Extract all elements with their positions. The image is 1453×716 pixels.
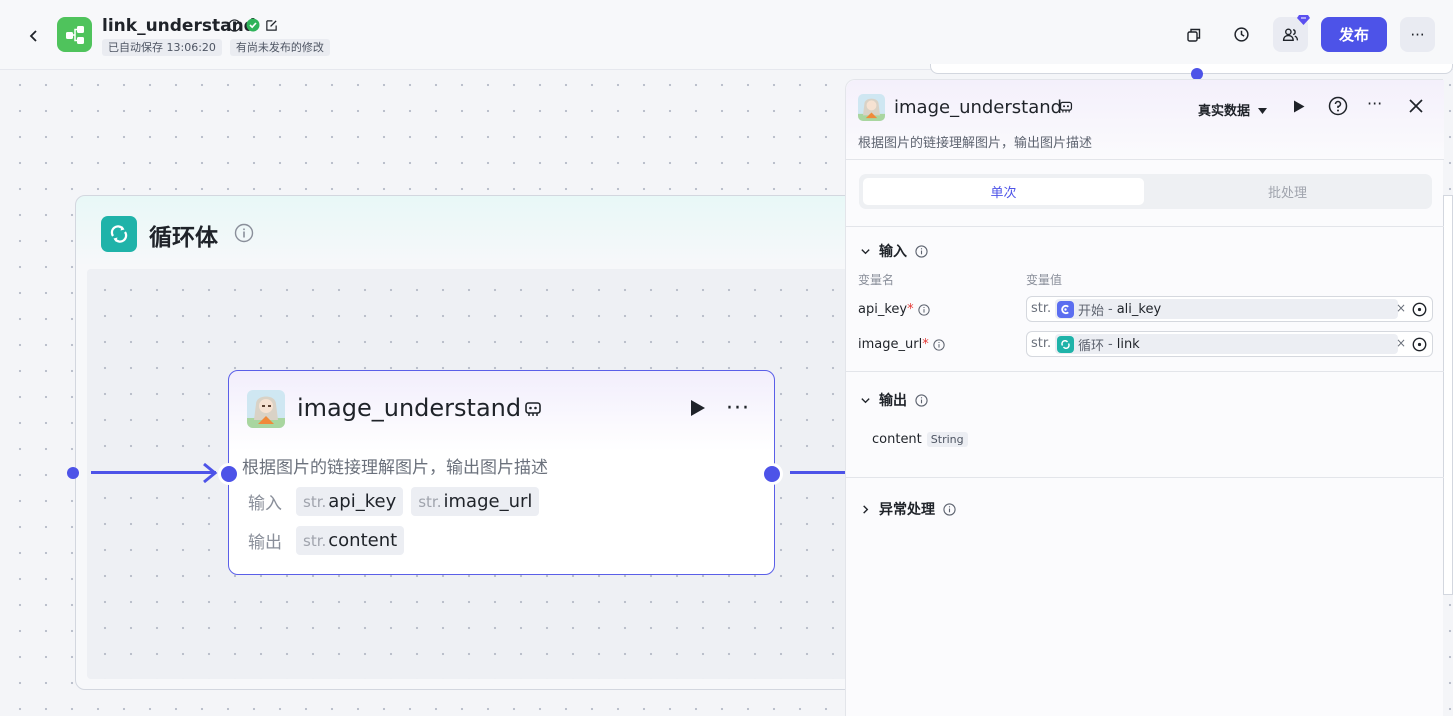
diamond-icon [1297, 15, 1310, 25]
edge-arrow-icon [203, 462, 218, 484]
workflow-icon [65, 25, 84, 44]
image-url-ref-chip[interactable]: 循环 - link [1055, 334, 1398, 354]
loop-icon [110, 225, 128, 243]
error-section-title: 异常处理 [879, 502, 935, 518]
info-icon[interactable] [234, 223, 254, 243]
node-input-port[interactable] [218, 463, 240, 485]
output-type-badge: String [926, 432, 968, 447]
edit-icon[interactable] [265, 19, 278, 32]
input-tag-image-url: str. image_url [411, 487, 540, 516]
avatar-image-icon [247, 390, 285, 428]
tab-single[interactable]: 单次 [863, 178, 1144, 205]
more-button[interactable]: ··· [1400, 17, 1435, 52]
chevron-left-icon [29, 30, 37, 42]
var-name-image-url: image_url* [858, 337, 945, 352]
panel-more-icon[interactable]: ··· [1367, 94, 1382, 113]
run-node-icon[interactable] [687, 398, 707, 418]
plugin-icon [525, 402, 541, 416]
history-icon [1234, 27, 1249, 42]
node-outputs-row: 输出 str. content [248, 526, 405, 555]
tab-batch[interactable]: 批处理 [1147, 178, 1428, 205]
node-description: 根据图片的链接理解图片，输出图片描述 [242, 458, 548, 478]
node-config-panel: image_understand 真实数据 ··· 根据图片的链接理解图片，输出… [845, 79, 1444, 716]
info-icon[interactable] [228, 18, 241, 32]
info-icon[interactable] [933, 338, 945, 351]
users-icon [1282, 28, 1299, 42]
background-node-edge[interactable] [1443, 195, 1453, 595]
caret-down-icon [1257, 108, 1267, 114]
loop-start-port[interactable] [67, 467, 79, 479]
autosave-badge: 已自动保存 13:06:20 [102, 39, 222, 56]
help-icon[interactable] [1328, 96, 1348, 116]
node-input-label: 输入 [248, 494, 282, 514]
start-node-icon [1057, 300, 1074, 318]
info-icon[interactable] [943, 502, 956, 516]
loop-title: 循环体 [149, 225, 218, 251]
avatar-image-icon [858, 94, 885, 121]
panel-title: image_understand [894, 97, 1063, 118]
copy-button[interactable] [1176, 17, 1211, 52]
unpublished-badge: 有尚未发布的修改 [229, 39, 330, 56]
run-icon[interactable] [1291, 99, 1306, 114]
target-icon[interactable] [1412, 337, 1427, 352]
node-title: image_understand [297, 394, 522, 422]
input-tag-api-key: str. api_key [296, 487, 404, 516]
node-output-port[interactable] [761, 463, 783, 485]
loop-icon-box [101, 216, 137, 252]
output-tag-content: str. content [296, 526, 405, 555]
chevron-down-icon [861, 397, 870, 403]
api-key-ref-chip[interactable]: 开始 - ali_key [1055, 299, 1398, 319]
more-icon: ··· [1410, 25, 1425, 44]
check-circle-icon [246, 18, 260, 32]
panel-header: image_understand 真实数据 ··· 根据图片的链接理解图片，输出… [846, 80, 1444, 160]
col-name-label: 变量名 [858, 273, 895, 287]
image-understand-node[interactable]: image_understand ··· 根据图片的链接理解图片，输出图片描述 … [228, 370, 775, 575]
image-url-value-field[interactable]: str. 循环 - link × [1026, 331, 1433, 357]
plugin-icon [1059, 101, 1073, 113]
output-variable: content String [872, 432, 968, 447]
connection-edge[interactable] [790, 471, 845, 474]
input-section-toggle[interactable]: 输入 [860, 241, 928, 261]
copy-icon [1186, 28, 1200, 42]
top-bar: link_understand 已自动保存 13:06:20 有尚未发布的修改 … [0, 0, 1453, 70]
output-section-toggle[interactable]: 输出 [860, 390, 928, 410]
input-section-title: 输入 [879, 244, 907, 260]
node-output-label: 输出 [248, 533, 282, 553]
error-section-toggle[interactable]: 异常处理 [860, 499, 956, 519]
panel-avatar [858, 94, 885, 121]
app-logo [57, 17, 92, 52]
publish-button[interactable]: 发布 [1321, 17, 1387, 52]
output-section-title: 输出 [879, 393, 907, 409]
panel-description: 根据图片的链接理解图片，输出图片描述 [858, 136, 1093, 151]
clear-icon[interactable]: × [1396, 336, 1406, 350]
close-icon[interactable] [1409, 99, 1423, 113]
node-avatar [247, 390, 285, 428]
col-value-label: 变量值 [1026, 273, 1063, 287]
run-mode-tabs: 单次 批处理 [859, 174, 1432, 209]
target-icon[interactable] [1412, 302, 1427, 317]
api-key-value-field[interactable]: str. 开始 - ali_key × [1026, 296, 1433, 322]
info-icon[interactable] [915, 244, 928, 258]
history-button[interactable] [1224, 17, 1259, 52]
chevron-down-icon [861, 248, 870, 254]
node-more-icon[interactable]: ··· [726, 396, 750, 421]
data-source-dropdown[interactable]: 真实数据 [1198, 100, 1267, 119]
info-icon[interactable] [915, 393, 928, 407]
var-name-api-key: api_key* [858, 302, 930, 317]
info-icon[interactable] [917, 303, 930, 316]
connection-edge[interactable] [91, 471, 216, 474]
chevron-right-icon [863, 504, 869, 514]
node-inputs-row: 输入 str. api_key str. image_url [248, 487, 540, 516]
loop-node-icon [1057, 335, 1074, 353]
back-button[interactable] [22, 24, 46, 48]
clear-icon[interactable]: × [1396, 301, 1406, 315]
